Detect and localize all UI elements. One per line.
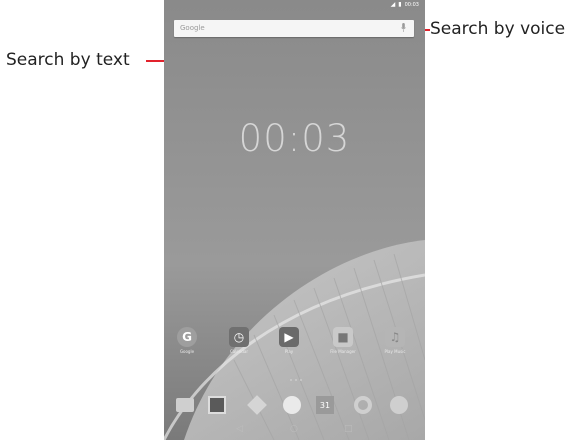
status-time: 00:03 <box>404 2 419 8</box>
app-label: Google <box>179 349 195 354</box>
home-icon[interactable]: ○ <box>290 425 298 434</box>
file-manager-icon: ■ <box>333 327 353 347</box>
back-icon[interactable]: ◁ <box>236 425 243 434</box>
chrome-icon[interactable] <box>352 394 374 416</box>
search-by-voice-callout: Search by voice <box>430 19 566 39</box>
recents-icon[interactable]: □ <box>344 425 353 434</box>
app-label: Play Music <box>384 349 406 354</box>
camera-icon[interactable] <box>388 394 410 416</box>
google-search-bar[interactable]: Google <box>174 20 414 37</box>
play-music-icon: ♫ <box>385 327 405 347</box>
app-play-music[interactable]: ♫ Play Music <box>382 327 408 354</box>
app-play[interactable]: ▶ Play <box>276 327 302 354</box>
page-indicator <box>290 379 302 381</box>
app-drawer-icon[interactable] <box>281 394 303 416</box>
signal-icon: ◢ <box>390 1 396 8</box>
home-app-row: G Google ◷ Calendar ▶ Play ■ File Manage… <box>164 327 425 367</box>
battery-icon: ▮ <box>398 1 402 8</box>
phone-home-screen: ◢ ▮ 00:03 Google 00:03 G Google ◷ Calend… <box>164 0 425 440</box>
wallpaper <box>164 0 425 440</box>
mic-icon[interactable] <box>401 23 406 32</box>
app-google[interactable]: G Google <box>174 327 200 354</box>
contacts-icon[interactable] <box>174 394 196 416</box>
search-placeholder: Google <box>180 24 205 32</box>
app-file-manager[interactable]: ■ File Manager <box>330 327 356 354</box>
app-calendar[interactable]: ◷ Calendar <box>226 327 252 354</box>
app-label: Calendar <box>230 349 248 354</box>
navigation-bar: ◁ ○ □ <box>164 422 425 440</box>
calendar-icon[interactable]: 31 <box>314 394 336 416</box>
app-label: File Manager <box>330 349 356 354</box>
google-app-icon: G <box>177 327 197 347</box>
alarm-clock-icon: ◷ <box>229 327 249 347</box>
status-bar: ◢ ▮ 00:03 <box>164 0 425 10</box>
dock: 31 <box>164 388 425 422</box>
search-by-text-callout: Search by text <box>6 50 130 70</box>
gallery-icon[interactable] <box>206 394 228 416</box>
calendar-date: 31 <box>316 396 334 414</box>
app-label: Play <box>284 349 294 354</box>
messages-icon[interactable] <box>246 394 268 416</box>
play-store-icon: ▶ <box>279 327 299 347</box>
home-clock-widget[interactable]: 00:03 <box>164 117 425 160</box>
